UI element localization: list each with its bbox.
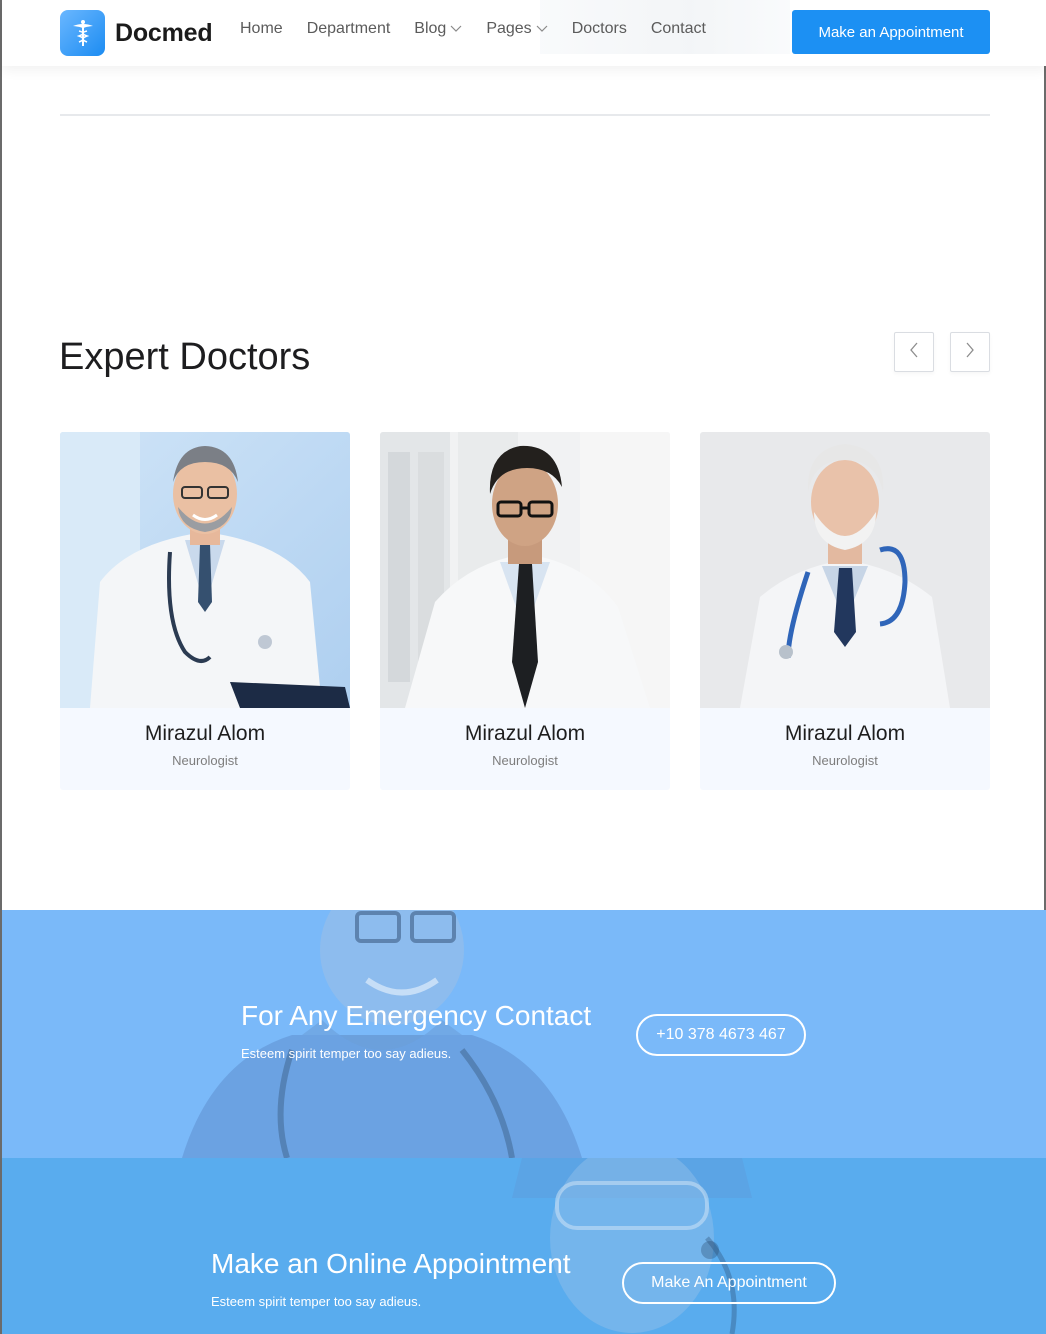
chevron-left-icon: [909, 342, 919, 362]
doctor-name: Mirazul Alom: [144, 722, 266, 745]
online-appointment-title: Make an Online Appointment: [211, 1248, 571, 1279]
nav-item-pages[interactable]: Pages: [486, 20, 548, 38]
section-title: Expert Doctors: [59, 336, 311, 378]
doctor-name: Mirazul Alom: [784, 722, 906, 745]
doctor-photo: [380, 432, 670, 708]
doctor-role: Neurologist: [812, 753, 878, 768]
doctor-card[interactable]: Mirazul Alom Neurologist: [700, 432, 990, 790]
make-appointment-outline-button[interactable]: Make An Appointment: [622, 1262, 836, 1304]
emergency-title: For Any Emergency Contact: [241, 1000, 592, 1031]
doctor-photo: [60, 432, 350, 708]
doctor-card[interactable]: Mirazul Alom Neurologist: [60, 432, 350, 790]
doctor-name: Mirazul Alom: [464, 722, 586, 745]
banner-background-photo: [182, 910, 582, 1158]
main-nav: Home Department Blog Pages Doctors Conta…: [240, 20, 730, 38]
nav-item-home[interactable]: Home: [240, 20, 283, 38]
doctor-card[interactable]: Mirazul Alom Neurologist: [380, 432, 670, 790]
caduceus-icon: [60, 10, 105, 56]
nav-item-doctors[interactable]: Doctors: [572, 20, 627, 38]
carousel-next-button[interactable]: [950, 332, 990, 372]
site-header: Docmed Home Department Blog Pages Doctor…: [2, 0, 1046, 66]
online-appointment-banner: Make an Online Appointment Esteem spirit…: [2, 1158, 1046, 1334]
banner-background-photo: [512, 1158, 752, 1334]
nav-label: Department: [306, 20, 391, 37]
nav-label: Pages: [486, 20, 532, 37]
emergency-banner: For Any Emergency Contact Esteem spirit …: [2, 910, 1046, 1158]
section-divider: [60, 114, 990, 116]
doctor-role: Neurologist: [492, 753, 558, 768]
nav-label: Blog: [414, 20, 447, 37]
brand-logo[interactable]: Docmed: [60, 10, 213, 56]
chevron-right-icon: [965, 342, 975, 362]
online-appointment-subtitle: Esteem spirit temper too say adieus.: [211, 1294, 422, 1309]
emergency-subtitle: Esteem spirit temper too say adieus.: [241, 1046, 452, 1061]
nav-label: Contact: [650, 20, 706, 37]
emergency-phone-button[interactable]: +10 378 4673 467: [636, 1014, 806, 1056]
brand-name: Docmed: [115, 18, 213, 47]
make-appointment-button[interactable]: Make an Appointment: [792, 10, 990, 54]
nav-item-contact[interactable]: Contact: [651, 20, 706, 38]
nav-item-department[interactable]: Department: [307, 20, 391, 38]
nav-label: Home: [240, 20, 283, 37]
nav-label: Doctors: [571, 20, 627, 37]
nav-item-blog[interactable]: Blog: [414, 20, 462, 38]
carousel-prev-button[interactable]: [894, 332, 934, 372]
chevron-down-icon: [450, 20, 462, 38]
chevron-down-icon: [536, 20, 548, 38]
doctor-photo: [700, 432, 990, 708]
doctor-role: Neurologist: [172, 753, 238, 768]
